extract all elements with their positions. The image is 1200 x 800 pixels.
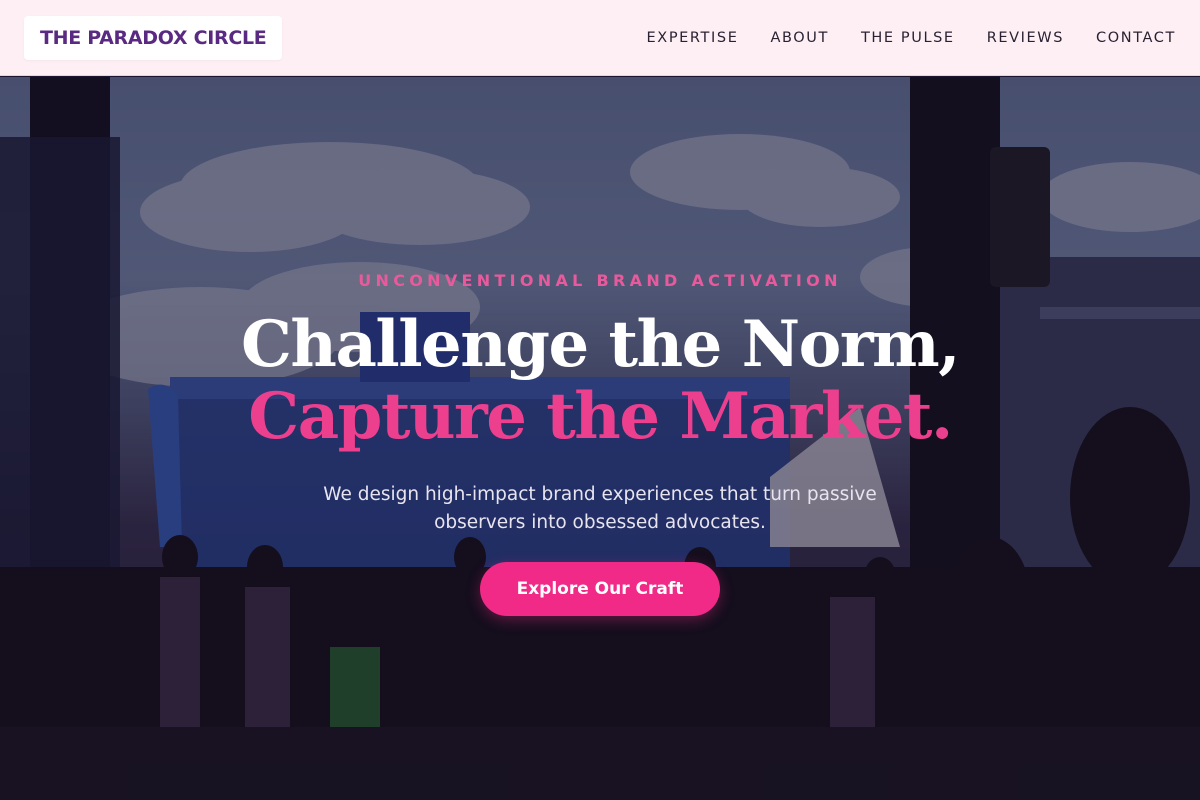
nav-link-the-pulse[interactable]: THE PULSE <box>861 30 955 46</box>
hero-headline: Challenge the Norm, Capture the Market. <box>0 309 1200 453</box>
brand-logo[interactable]: THE PARADOX CIRCLE <box>24 15 283 60</box>
nav-link-reviews[interactable]: REVIEWS <box>987 30 1064 46</box>
hero-eyebrow: UNCONVENTIONAL BRAND ACTIVATION <box>358 271 842 290</box>
explore-our-craft-button[interactable]: Explore Our Craft <box>480 562 720 616</box>
hero-headline-line2: Capture the Market. <box>248 379 953 454</box>
nav-link-expertise[interactable]: EXPERTISE <box>647 30 739 46</box>
nav-link-about[interactable]: ABOUT <box>770 30 829 46</box>
hero-subtext: We design high-impact brand experiences … <box>323 484 877 533</box>
hero-content: UNCONVENTIONAL BRAND ACTIVATION Challeng… <box>0 77 1200 800</box>
hero-section: UNCONVENTIONAL BRAND ACTIVATION Challeng… <box>0 77 1200 800</box>
hero-headline-line1: Challenge the Norm, <box>240 307 961 382</box>
site-header: THE PARADOX CIRCLE EXPERTISE ABOUT THE P… <box>0 0 1200 76</box>
main-nav: EXPERTISE ABOUT THE PULSE REVIEWS CONTAC… <box>615 30 1176 46</box>
nav-link-contact[interactable]: CONTACT <box>1096 30 1176 46</box>
